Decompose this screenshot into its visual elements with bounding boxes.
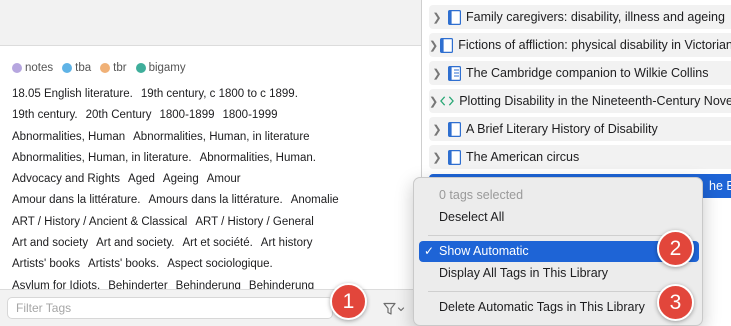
item-title: The Cambridge companion to Wilkie Collin… <box>466 66 709 80</box>
book-icon <box>447 9 461 25</box>
colored-tag-label: tbr <box>113 62 127 74</box>
tag-row: Advocacy and Rights Aged Ageing Amour <box>12 169 414 190</box>
tag[interactable]: Aged <box>128 173 155 185</box>
selected-item-title: he Ea <box>709 179 731 193</box>
tag[interactable]: Abnormalities, Human <box>12 131 125 143</box>
tag[interactable]: Abnormalities, Human, in literature. <box>12 152 192 164</box>
item-title: Fictions of affliction: physical disabil… <box>458 38 731 52</box>
callout-badge-3: 3 <box>657 284 694 321</box>
callout-badge-2: 2 <box>657 230 694 267</box>
tag[interactable]: Artists' books <box>12 258 80 270</box>
tag[interactable]: ART / History / General <box>195 216 313 228</box>
tag-selector-pane: notes tba tbr bigamy 18.05 English liter… <box>0 0 421 326</box>
tag-color-dot <box>12 63 22 73</box>
tag[interactable]: Art et société. <box>182 237 252 249</box>
menu-item-label: Show Automatic <box>439 244 529 258</box>
tag[interactable]: 18.05 English literature. <box>12 88 133 100</box>
menu-separator <box>428 291 690 292</box>
tag[interactable]: Anomalie <box>291 194 339 206</box>
chevron-right-icon[interactable]: ❯ <box>429 151 445 164</box>
item-row[interactable]: ❯ The American circus <box>429 145 731 169</box>
item-row[interactable]: ❯ Plotting Disability in the Nineteenth-… <box>429 89 731 113</box>
tag[interactable]: Amour dans la littérature. <box>12 194 140 206</box>
tag[interactable]: Amour <box>207 173 241 185</box>
item-title: Family caregivers: disability, illness a… <box>466 10 725 24</box>
callout-badge-1: 1 <box>330 283 367 320</box>
colored-tag-tbr[interactable]: tbr <box>100 62 127 74</box>
tag[interactable]: 19th century, c 1800 to c 1899. <box>141 88 298 100</box>
item-row[interactable]: ❯ A Brief Literary History of Disability <box>429 117 731 141</box>
filter-actions-button[interactable] <box>376 298 412 320</box>
colored-tag-notes[interactable]: notes <box>12 62 53 74</box>
tag-row: Abnormalities, Human, in literature. Abno… <box>12 148 414 169</box>
tag[interactable]: 20th Century <box>86 109 152 121</box>
item-title: A Brief Literary History of Disability <box>466 122 658 136</box>
tag-color-dot <box>62 63 73 73</box>
chevron-right-icon[interactable]: ❯ <box>429 39 438 52</box>
tag[interactable]: ART / History / Ancient & Classical <box>12 216 187 228</box>
tag-color-dot <box>135 63 146 73</box>
colored-tag-bigamy[interactable]: bigamy <box>135 62 186 74</box>
colored-tag-label: tba <box>75 62 92 74</box>
tag-row: Art and society Art and society. Art et so… <box>12 233 414 254</box>
book-icon <box>440 37 454 53</box>
tag-row: Artists' books Artists' books. Aspect soci… <box>12 254 414 275</box>
tag-row: Abnormalities, Human Abnormalities, Human… <box>12 127 414 148</box>
tag[interactable]: Amours dans la littérature. <box>148 194 282 206</box>
menu-separator <box>428 235 690 236</box>
filter-tags-input[interactable] <box>7 297 333 319</box>
tag-selector-header <box>0 0 421 46</box>
tag[interactable]: Advocacy and Rights <box>12 173 120 185</box>
filter-icon <box>383 302 405 315</box>
tag[interactable]: Ageing <box>163 173 199 185</box>
tag-color-dot <box>100 63 111 73</box>
tag-row: Amour dans la littérature. Amours dans la… <box>12 190 414 211</box>
colored-tags: notes tba tbr bigamy <box>12 60 195 76</box>
colored-tag-label: notes <box>25 62 54 74</box>
colored-tag-tba[interactable]: tba <box>62 62 91 74</box>
tag-row: 19th century. 20th Century 1800-1899 1800-1… <box>12 105 414 126</box>
chevron-right-icon[interactable]: ❯ <box>429 11 445 24</box>
chevron-right-icon[interactable]: ❯ <box>429 95 438 108</box>
chevron-right-icon[interactable]: ❯ <box>429 67 445 80</box>
book-icon <box>447 149 461 165</box>
item-row[interactable]: ❯ The Cambridge companion to Wilkie Coll… <box>429 61 731 85</box>
tag-row: 18.05 English literature. 19th century, c… <box>12 84 414 105</box>
menu-item-display-all-tags[interactable]: Display All Tags in This Library <box>419 263 699 284</box>
tag[interactable]: 1800-1999 <box>223 109 278 121</box>
tag[interactable]: Art and society <box>12 237 88 249</box>
tag-row: ART / History / Ancient & Classical ART /… <box>12 212 414 233</box>
tag[interactable]: Abnormalities, Human. <box>200 152 316 164</box>
menu-item-deselect-all[interactable]: Deselect All <box>419 207 699 228</box>
book-icon <box>447 121 461 137</box>
item-row[interactable]: ❯ Family caregivers: disability, illness… <box>429 5 731 29</box>
webpage-icon <box>440 93 455 109</box>
tag[interactable]: Art and society. <box>96 237 174 249</box>
tag[interactable]: Artists' books. <box>88 258 159 270</box>
menu-status-tags-selected: 0 tags selected <box>439 188 524 202</box>
colored-tag-label: bigamy <box>148 62 186 74</box>
book-section-icon <box>447 65 461 81</box>
item-title: Plotting Disability in the Nineteenth-Ce… <box>459 94 731 108</box>
item-title: The American circus <box>466 150 580 164</box>
tag[interactable]: 1800-1899 <box>160 109 215 121</box>
tag-list: 18.05 English literature. 19th century, c… <box>12 84 414 290</box>
tag[interactable]: Abnormalities, Human, in literature <box>133 131 309 143</box>
tag[interactable]: 19th century. <box>12 109 78 121</box>
chevron-right-icon[interactable]: ❯ <box>429 123 445 136</box>
item-row[interactable]: ❯ Fictions of affliction: physical disab… <box>429 33 731 57</box>
checkmark-icon: ✓ <box>424 244 435 258</box>
tag[interactable]: Aspect sociologique. <box>167 258 272 270</box>
tag[interactable]: Art history <box>261 237 313 249</box>
